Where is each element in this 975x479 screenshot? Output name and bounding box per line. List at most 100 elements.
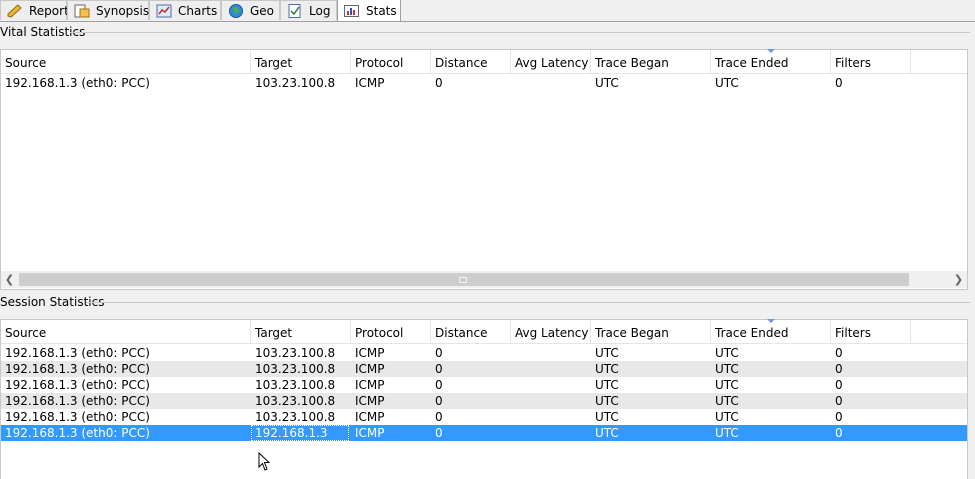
cell-source: 192.168.1.3 (eth0: PCC) [5,394,150,408]
column-header-trace-ended[interactable]: Trace Ended [711,49,831,73]
column-header-protocol[interactable]: Protocol [351,320,431,343]
cell-avg-latency [511,393,591,409]
cell-trace-ended: UTC [715,346,739,360]
tab-stats[interactable]: Stats [337,0,401,21]
column-header-filters[interactable]: Filters [831,50,911,73]
cell-avg-latency [511,361,591,377]
column-header-row: Source Target Protocol Distance Avg Late… [1,319,967,344]
cell-trace-ended: UTC [715,362,739,376]
session-statistics-list[interactable]: Source Target Protocol Distance Avg Late… [0,319,968,479]
column-header-trace-began[interactable]: Trace Began [591,320,711,343]
column-header-row: Source Target Protocol Distance Avg Late… [1,49,967,74]
cell-filters: 0 [835,346,843,360]
group-divider [86,302,970,303]
stats-icon [344,4,360,18]
synopsis-icon [74,4,90,18]
tab-strip: Report Synopsis Charts Geo Log Stats [0,0,975,22]
cell-trace-began: UTC [595,362,619,376]
cell-source: 192.168.1.3 (eth0: PCC) [5,378,150,392]
column-header-source[interactable]: Source [1,50,251,73]
column-header-target[interactable]: Target [251,50,351,73]
cell-distance: 0 [435,76,443,90]
column-header-avg-latency[interactable]: Avg Latency [511,50,591,73]
cell-distance: 0 [435,410,443,424]
table-row[interactable]: 192.168.1.3 (eth0: PCC) 103.23.100.8 ICMP 0… [1,345,967,361]
column-header-label: Trace Ended [715,56,789,70]
cell-target: 103.23.100.8 [255,378,336,392]
cell-avg-latency [511,377,591,393]
cell-source: 192.168.1.3 (eth0: PCC) [5,426,150,440]
cell-avg-latency [511,409,591,425]
cell-source: 192.168.1.3 (eth0: PCC) [5,346,150,360]
table-row[interactable]: 192.168.1.3 (eth0: PCC) 103.23.100.8 ICMP 0… [1,361,967,377]
cell-distance: 0 [435,346,443,360]
cell-trace-ended: UTC [715,378,739,392]
column-header-filters[interactable]: Filters [831,320,911,343]
tab-label: Geo [250,3,275,18]
cell-filters: 0 [835,362,843,376]
tab-geo[interactable]: Geo [221,0,280,20]
cell-avg-latency [511,345,591,361]
cell-source: 192.168.1.3 (eth0: PCC) [5,362,150,376]
cell-trace-began: UTC [595,394,619,408]
table-row[interactable]: 192.168.1.3 (eth0: PCC) 103.23.100.8 ICMP 0… [1,75,967,91]
tab-charts[interactable]: Charts [149,0,221,20]
tab-label: Synopsis [96,3,150,18]
cell-distance: 0 [435,394,443,408]
tab-label: Report [29,3,69,18]
tab-log[interactable]: Log [280,0,337,20]
tab-label: Charts [178,3,218,18]
column-header-protocol[interactable]: Protocol [351,50,431,73]
cell-source: 192.168.1.3 (eth0: PCC) [5,410,150,424]
cell-filters: 0 [835,378,843,392]
cell-filters: 0 [835,394,843,408]
chart-icon [156,4,172,18]
cell-distance: 0 [435,378,443,392]
cell-trace-began: UTC [595,346,619,360]
table-row[interactable]: 192.168.1.3 (eth0: PCC) 192.168.1.3 ICMP 0 U… [1,425,967,441]
tab-label: Log [309,3,331,18]
grip-icon [459,277,467,283]
pencil-icon [7,3,23,18]
column-header-distance[interactable]: Distance [431,320,511,343]
scrollbar-thumb[interactable] [19,273,909,286]
scroll-left-arrow-icon[interactable]: ❮ [1,271,18,288]
cell-filters: 0 [835,410,843,424]
cell-target: 103.23.100.8 [255,76,336,90]
cell-trace-began: UTC [595,76,619,90]
cell-trace-began: UTC [595,378,619,392]
cell-avg-latency [511,425,591,441]
scroll-right-arrow-icon[interactable]: ❯ [950,271,967,288]
column-header-distance[interactable]: Distance [431,50,511,73]
cell-target: 103.23.100.8 [255,362,336,376]
cell-trace-ended: UTC [715,410,739,424]
column-header-trace-began[interactable]: Trace Began [591,50,711,73]
sort-indicator-icon [766,319,775,323]
column-header-target[interactable]: Target [251,320,351,343]
column-header-trace-ended[interactable]: Trace Ended [711,319,831,343]
mouse-cursor-icon [258,452,271,471]
cell-target: 192.168.1.3 [251,425,349,441]
table-row[interactable]: 192.168.1.3 (eth0: PCC) 103.23.100.8 ICMP 0… [1,393,967,409]
group-divider [70,32,970,33]
cell-source: 192.168.1.3 (eth0: PCC) [5,76,150,90]
cell-trace-began: UTC [595,426,619,440]
cell-trace-ended: UTC [715,76,739,90]
column-header-avg-latency[interactable]: Avg Latency [511,320,591,343]
sort-indicator-icon [766,49,775,53]
column-header-source[interactable]: Source [1,320,251,343]
cell-trace-ended: UTC [715,426,739,440]
tab-synopsis[interactable]: Synopsis [67,0,149,20]
cell-target: 103.23.100.8 [255,394,336,408]
table-row[interactable]: 192.168.1.3 (eth0: PCC) 103.23.100.8 ICMP 0… [1,377,967,393]
cell-trace-began: UTC [595,410,619,424]
cell-target: 103.23.100.8 [255,410,336,424]
horizontal-scrollbar[interactable]: ❮ ❯ [1,271,967,288]
column-header-label: Trace Ended [715,326,789,340]
cell-filters: 0 [835,426,843,440]
log-icon [287,3,303,18]
table-row[interactable]: 192.168.1.3 (eth0: PCC) 103.23.100.8 ICMP 0… [1,409,967,425]
vital-statistics-list[interactable]: Source Target Protocol Distance Avg Late… [0,49,968,290]
tab-report[interactable]: Report [0,0,69,20]
cell-distance: 0 [435,362,443,376]
